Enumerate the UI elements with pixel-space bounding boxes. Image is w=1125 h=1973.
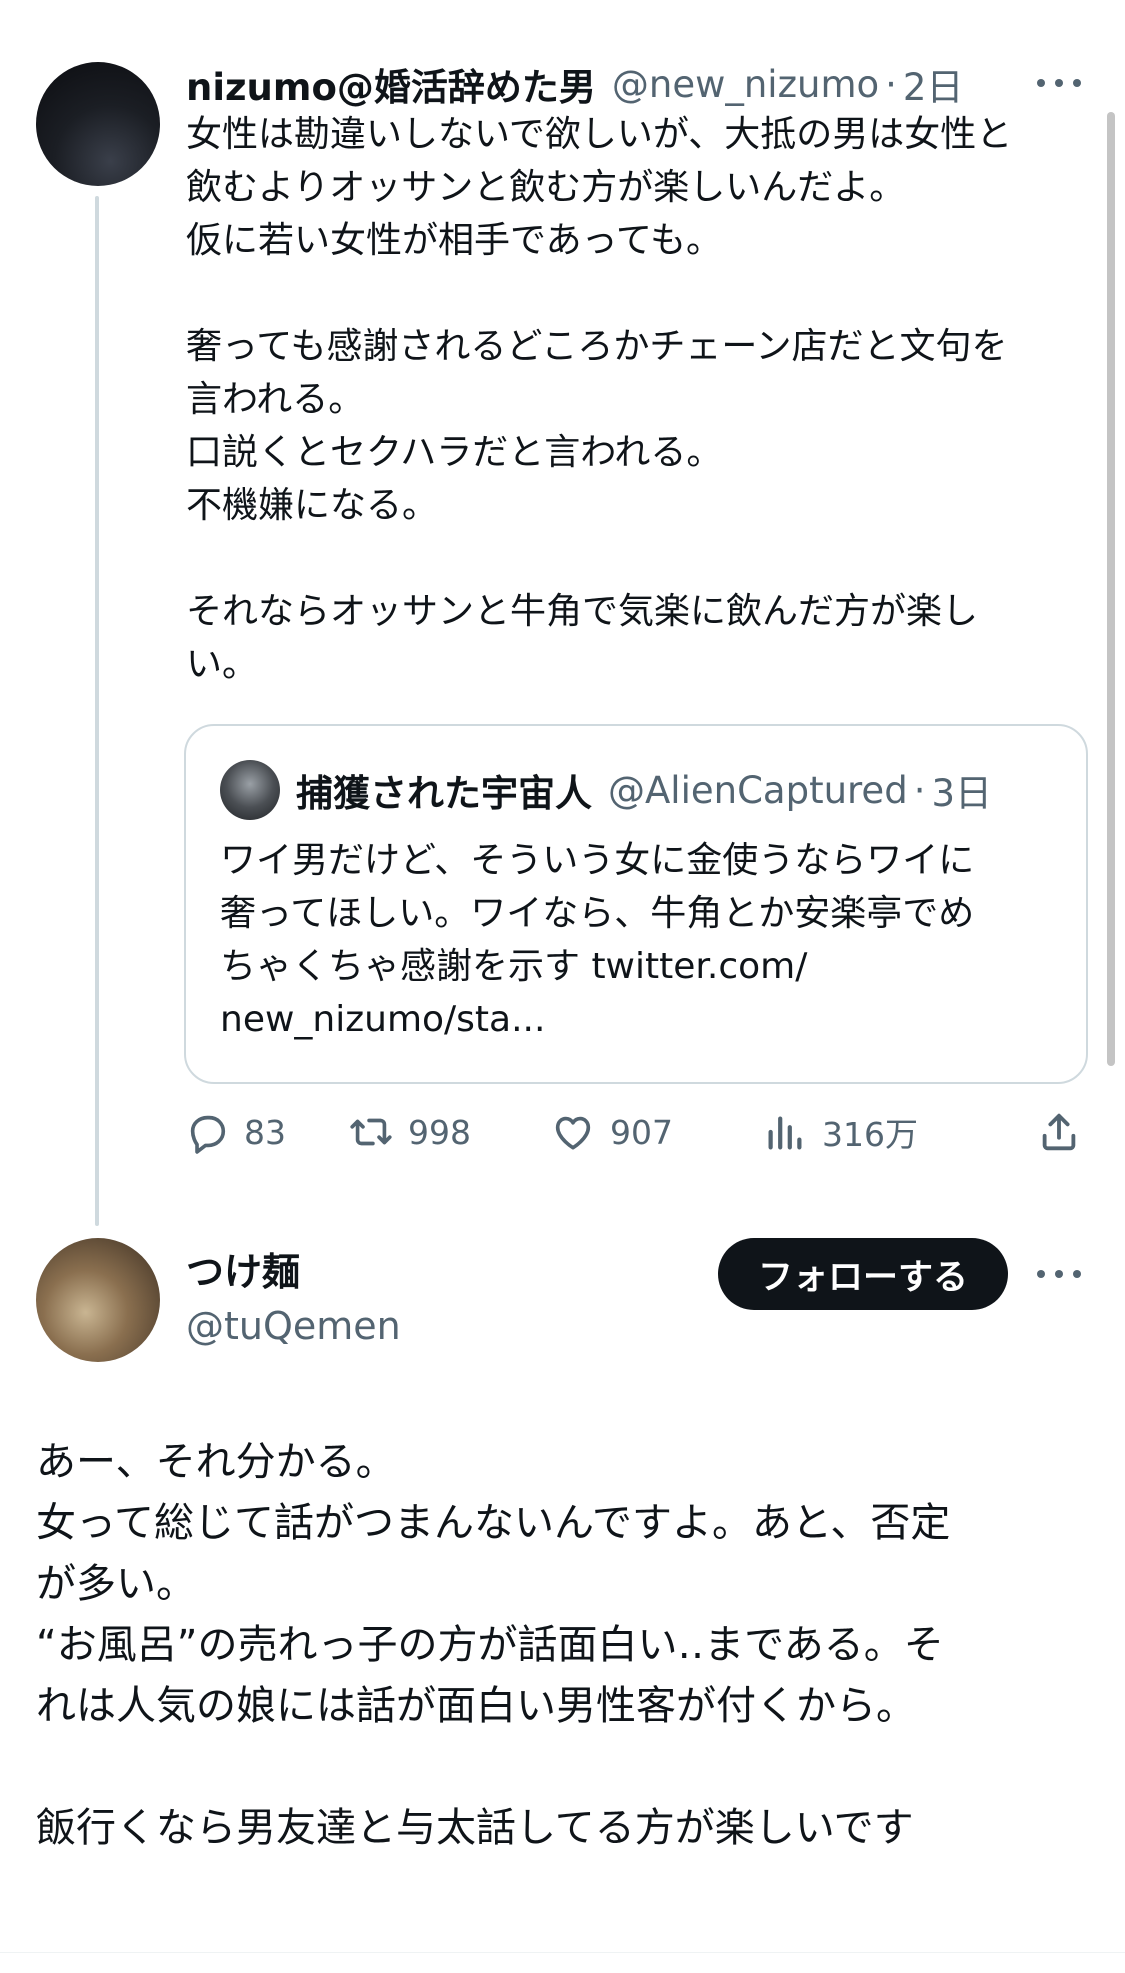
- divider: [0, 1952, 1125, 1953]
- reply-line: れは人気の娘には話が面白い男性客が付くから。: [36, 1683, 916, 1729]
- reply-header: つけ麺 @tuQemen: [186, 1246, 401, 1354]
- like-count: 907: [610, 1112, 673, 1152]
- post-line: 飲むよりオッサンと飲む方が楽しいんだよ。: [186, 167, 906, 208]
- post-text: 女性は勘違いしないで欲しいが、大抵の男は女性と 飲むよりオッサンと飲む方が楽しい…: [186, 108, 1091, 691]
- views-button[interactable]: 316万: [762, 1104, 918, 1160]
- quoted-line: new_nizumo/sta...: [220, 999, 546, 1040]
- separator: ·: [885, 62, 897, 106]
- post-header: nizumo@婚活辞めた男 @new_nizumo · 2日: [186, 58, 963, 110]
- post-line: い。: [186, 644, 259, 685]
- quoted-time: 3日: [931, 772, 992, 815]
- user-handle[interactable]: @new_nizumo: [612, 63, 879, 106]
- more-options-icon[interactable]: [1037, 73, 1081, 93]
- avatar[interactable]: [36, 62, 160, 186]
- heart-icon: [555, 1116, 591, 1150]
- post-line: 仮に若い女性が相手であっても。: [186, 220, 723, 261]
- retweet-button[interactable]: 998: [348, 1104, 471, 1160]
- reply-line-blank: [36, 1737, 1096, 1798]
- quoted-line: ワイ男だけど、そういう女に金使うならワイに: [220, 840, 975, 881]
- retweet-icon: [350, 1118, 392, 1146]
- more-options-icon[interactable]: [1037, 1264, 1081, 1284]
- follow-button[interactable]: フォローする: [718, 1238, 1008, 1310]
- post-line-blank: [186, 532, 1091, 585]
- thread-connector-line: [95, 196, 99, 1226]
- reply-line: あー、それ分かる。: [36, 1439, 396, 1485]
- avatar[interactable]: [36, 1238, 160, 1362]
- scrollbar[interactable]: [1107, 112, 1115, 1066]
- views-count: 316万: [822, 1115, 918, 1154]
- post-line: 口説くとセクハラだと言われる。: [186, 432, 723, 473]
- reply-line: 飯行くなら男友達と与太話してる方が楽しいです: [36, 1805, 914, 1851]
- quoted-text: ワイ男だけど、そういう女に金使うならワイに 奢ってほしい。ワイなら、牛角とか安楽…: [220, 834, 1060, 1046]
- quoted-line: 奢ってほしい。ワイなら、牛角とか安楽亭でめ: [220, 893, 975, 934]
- quoted-post-card[interactable]: 捕獲された宇宙人 @AlienCaptured · 3日 ワイ男だけど、そういう…: [184, 724, 1088, 1084]
- display-name[interactable]: nizumo@婚活辞めた男: [186, 57, 596, 111]
- share-icon: [1042, 1113, 1076, 1151]
- post-line-blank: [186, 267, 1091, 320]
- post-time[interactable]: 2日: [903, 57, 964, 111]
- user-handle[interactable]: @tuQemen: [186, 1298, 401, 1354]
- quoted-handle: @AlienCaptured: [608, 768, 908, 812]
- reply-line: 女って総じて話がつまんないんですよ。あと、否定: [36, 1500, 951, 1546]
- quoted-display-name: 捕獲された宇宙人: [296, 772, 592, 815]
- reply-line: “お風呂”の売れっ子の方が話面白い‥まである。そ: [36, 1622, 944, 1668]
- reply-button[interactable]: 83: [184, 1104, 286, 1160]
- retweet-count: 998: [408, 1112, 471, 1152]
- post-line: 言われる。: [186, 379, 365, 420]
- post-line: 女性は勘違いしないで欲しいが、大抵の男は女性と: [186, 114, 1013, 155]
- post-line: それならオッサンと牛角で気楽に飲んだ方が楽し: [186, 591, 979, 632]
- separator: ·: [913, 768, 926, 812]
- post-actions-bar: 83 998 907 316万: [184, 1104, 1088, 1160]
- views-chart-icon: [768, 1116, 802, 1150]
- reply-icon: [190, 1115, 226, 1154]
- post-line: 不機嫌になる。: [186, 485, 439, 526]
- like-button[interactable]: 907: [550, 1104, 673, 1160]
- display-name[interactable]: つけ麺: [186, 1246, 401, 1298]
- reply-count: 83: [244, 1112, 286, 1152]
- quoted-header: 捕獲された宇宙人 @AlienCaptured · 3日: [296, 762, 992, 818]
- reply-text: あー、それ分かる。 女って総じて話がつまんないんですよ。あと、否定 が多い。 “…: [36, 1432, 1096, 1859]
- share-button[interactable]: [1036, 1104, 1096, 1160]
- post-line: 奢っても感謝されるどころかチェーン店だと文句を: [186, 326, 1008, 367]
- quoted-line: ちゃくちゃ感謝を示す twitter.com/: [220, 946, 808, 987]
- reply-line: が多い。: [36, 1561, 196, 1607]
- quoted-avatar: [220, 760, 280, 820]
